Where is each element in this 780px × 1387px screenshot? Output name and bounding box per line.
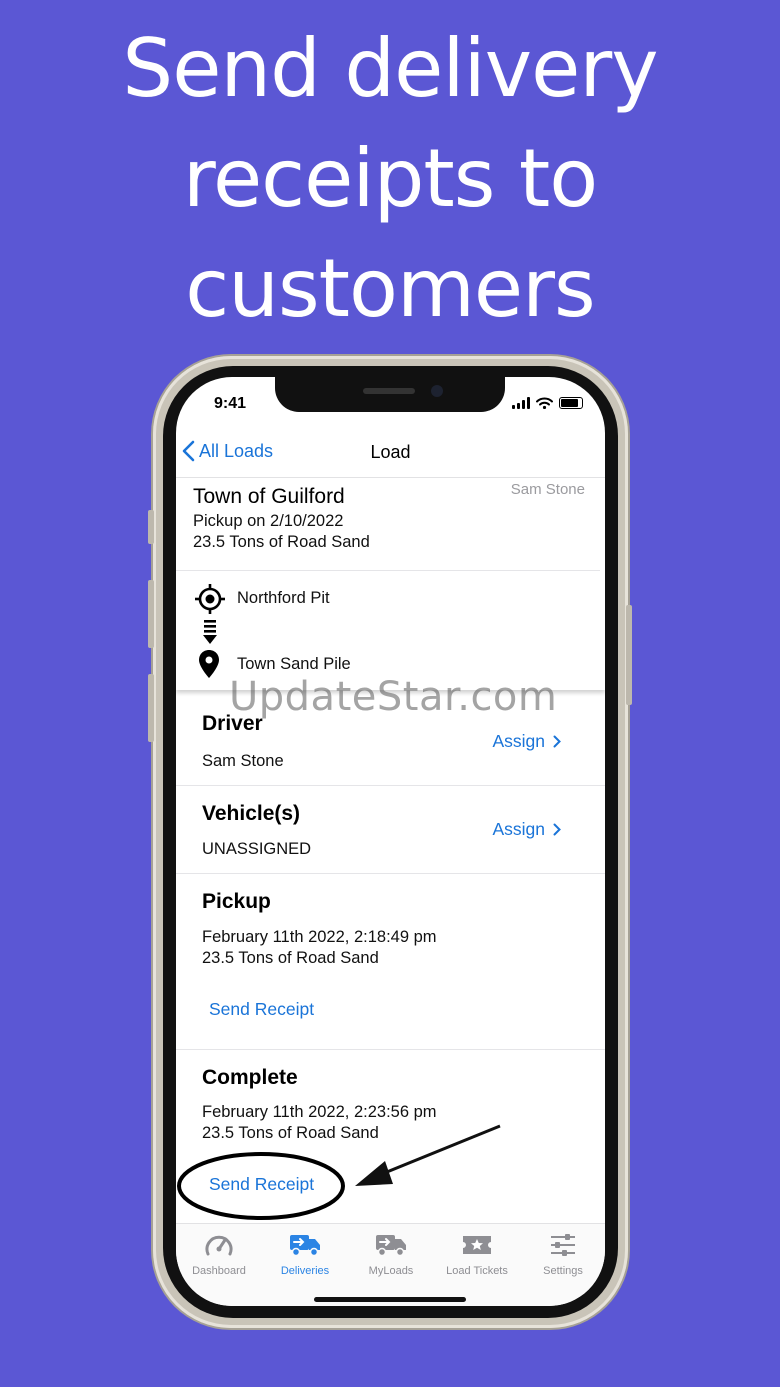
pickup-timestamp: February 11th 2022, 2:18:49 pm [202,928,437,946]
pickup-section: Pickup February 11th 2022, 2:18:49 pm 23… [176,874,605,1050]
pickup-date: Pickup on 2/10/2022 [193,512,344,530]
card-divider [176,570,600,571]
highlight-oval [177,1152,345,1220]
volume-down-button [148,674,154,742]
ticket-icon [463,1236,491,1254]
chevron-right-icon [553,735,561,748]
driver-name: Sam Stone [202,752,284,770]
cellular-signal-icon [512,397,530,409]
assign-vehicle-button[interactable]: Assign [492,819,561,840]
chevron-right-icon [553,823,561,836]
power-button [626,605,632,705]
speaker [363,388,415,394]
tab-dashboard[interactable]: Dashboard [176,1232,262,1277]
volume-up-button [148,580,154,648]
pointer-arrow [355,1124,501,1186]
tab-myloads-label: MyLoads [368,1265,414,1277]
watermark: UpdateStar.com [229,674,558,720]
map-pin-icon [199,650,219,678]
vehicle-section: Vehicle(s) UNASSIGNED Assign [176,786,605,874]
home-indicator [314,1297,466,1302]
vehicle-section-title: Vehicle(s) [202,802,301,825]
status-time: 9:41 [214,395,247,412]
wifi-icon [536,397,553,409]
pickup-material: 23.5 Tons of Road Sand [202,949,379,967]
tab-myloads[interactable]: MyLoads [348,1232,434,1277]
tab-bar: Dashboard Deliveries MyLoads Load Ticket… [176,1223,605,1306]
destination-location: Town Sand Pile [237,655,351,673]
tab-deliveries-label: Deliveries [280,1265,330,1277]
tab-dashboard-label: Dashboard [192,1265,246,1277]
speedometer-icon [205,1235,233,1256]
headline-line-3: customers [185,242,595,335]
tab-load-tickets[interactable]: Load Tickets [434,1232,520,1277]
notch [275,377,505,412]
card-driver-name: Sam Stone [510,481,585,498]
assign-vehicle-label: Assign [492,819,545,839]
origin-location: Northford Pit [237,589,330,607]
assign-driver-button[interactable]: Assign [492,731,561,752]
nav-title: Load [370,442,411,462]
tab-load-tickets-label: Load Tickets [446,1265,508,1277]
crosshair-icon [195,584,225,614]
tab-settings-label: Settings [543,1265,583,1277]
tab-settings[interactable]: Settings [520,1232,605,1277]
camera [431,385,443,397]
vehicle-value: UNASSIGNED [202,840,312,858]
complete-section-title: Complete [202,1066,298,1089]
customer-name: Town of Guilford [193,485,345,508]
tab-deliveries[interactable]: Deliveries [262,1232,348,1277]
load-material: 23.5 Tons of Road Sand [193,533,370,551]
route-arrow-down-icon [203,620,217,644]
pickup-section-title: Pickup [202,890,271,913]
headline-line-2: receipts to [182,132,598,225]
navigation-bar: All Loads Load [176,427,605,478]
assign-driver-label: Assign [492,731,545,751]
status-icons [512,397,583,409]
sliders-icon [551,1234,575,1256]
load-summary-card: Town of Guilford Sam Stone Pickup on 2/1… [176,478,605,690]
headline-line-1: Send delivery [122,22,658,115]
battery-icon [559,397,583,409]
truck-icon [376,1235,406,1257]
mute-switch [148,510,154,544]
headline: Send delivery receipts to customers [0,14,780,344]
delivery-truck-icon [290,1235,320,1257]
pickup-send-receipt-button[interactable]: Send Receipt [209,999,314,1020]
